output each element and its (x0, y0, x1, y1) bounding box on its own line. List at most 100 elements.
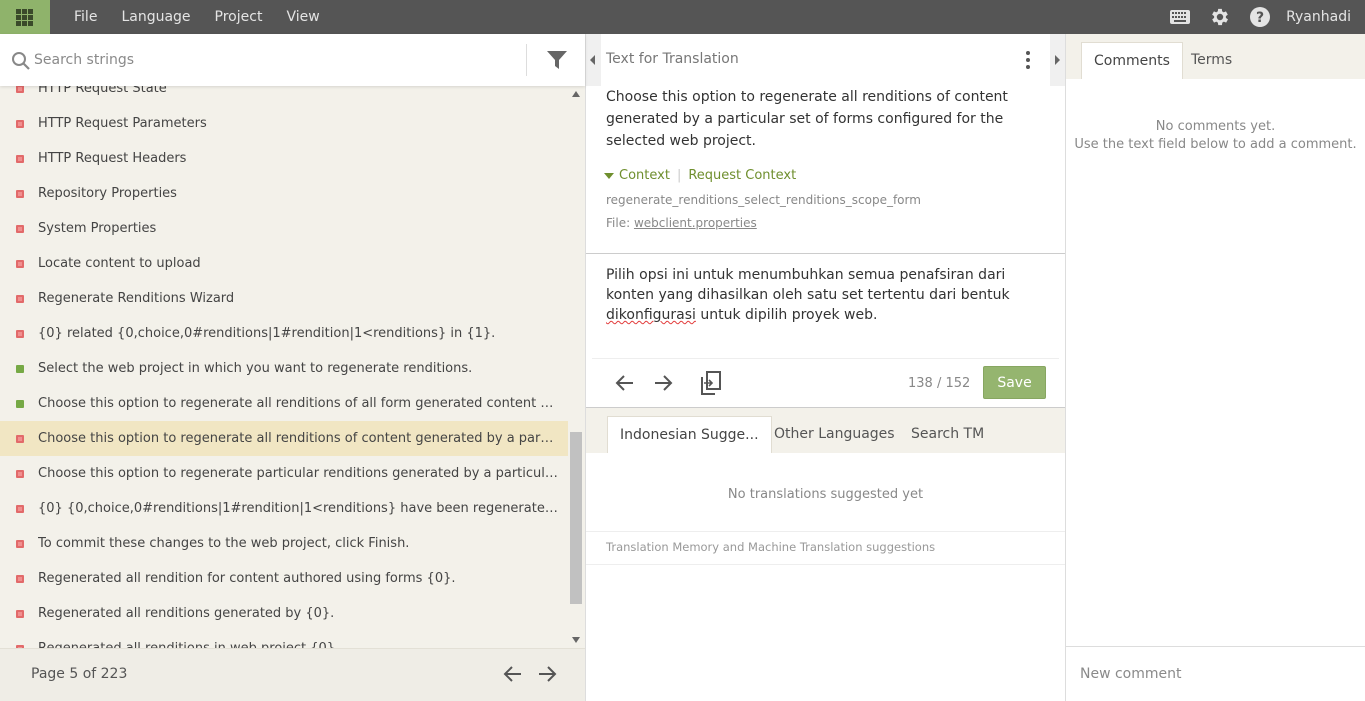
scroll-up-arrow-icon[interactable] (572, 91, 580, 97)
editor-title: Text for Translation (606, 51, 739, 67)
suggestion-tabs: Indonesian Sugge... Other Languages Sear… (586, 408, 1065, 453)
string-list-rows: HTTP Request State HTTP Request Parameter… (0, 86, 568, 648)
context-caret-icon[interactable] (604, 172, 614, 179)
string-row[interactable]: Repository Properties (0, 176, 568, 211)
strings-pane: HTTP Request State HTTP Request Parameter… (0, 34, 585, 701)
comments-pane: Comments Terms No comments yet. Use the … (1066, 34, 1365, 701)
search-input[interactable] (34, 48, 514, 72)
translated-status-icon (16, 400, 24, 408)
translated-status-icon (16, 365, 24, 373)
search-divider (526, 44, 527, 76)
untranslated-status-icon (16, 155, 24, 163)
apps-grid-button[interactable] (0, 0, 50, 34)
string-row-text: {0} related {0,choice,0#renditions|1#ren… (38, 326, 496, 341)
tab-indonesian-suggestions[interactable]: Indonesian Sugge... (607, 416, 772, 453)
comments-tabs: Comments Terms (1066, 34, 1365, 79)
string-row[interactable]: System Properties (0, 211, 568, 246)
copy-source-icon[interactable] (700, 371, 722, 395)
string-row[interactable]: Regenerated all renditions in web projec… (0, 631, 568, 648)
string-row[interactable]: Regenerated all renditions generated by … (0, 596, 568, 631)
apps-grid-icon (16, 9, 33, 26)
untranslated-status-icon (16, 86, 24, 93)
string-row[interactable]: Select the web project in which you want… (0, 351, 568, 386)
menu-view[interactable]: View (274, 0, 331, 34)
string-row[interactable]: Locate content to upload (0, 246, 568, 281)
prev-page-icon[interactable] (502, 663, 524, 685)
menu-project[interactable]: Project (203, 0, 275, 34)
help-icon: ? (1250, 7, 1271, 27)
comment-box (1066, 646, 1365, 701)
untranslated-status-icon (16, 225, 24, 233)
string-row[interactable]: HTTP Request State (0, 86, 568, 106)
more-options-icon[interactable] (1026, 51, 1030, 69)
pager: Page 5 of 223 (0, 648, 585, 701)
string-row-text: Choose this option to regenerate all ren… (38, 396, 558, 411)
main-menu: File Language Project View (62, 0, 332, 34)
prev-string-icon[interactable] (614, 372, 636, 394)
string-row-text: {0} {0,choice,0#renditions|1#rendition|1… (38, 501, 558, 516)
collapse-left-button[interactable] (586, 34, 601, 86)
string-row[interactable]: Regenerated all rendition for content au… (0, 561, 568, 596)
user-menu[interactable]: Ryanhadi (1280, 9, 1365, 25)
string-row[interactable]: Choose this option to regenerate particu… (0, 456, 568, 491)
tab-comments[interactable]: Comments (1081, 42, 1183, 79)
keyboard-button[interactable] (1160, 0, 1200, 34)
editor-toolbar: 138 / 152 Save (586, 359, 1065, 407)
divider (586, 564, 1065, 565)
untranslated-status-icon (16, 120, 24, 128)
no-suggestions-message: No translations suggested yet (727, 487, 924, 502)
no-comments-message: No comments yet. Use the text field belo… (1066, 118, 1365, 154)
context-toggle[interactable]: Context (619, 168, 670, 183)
divider (586, 253, 1065, 254)
filter-icon[interactable] (546, 49, 568, 71)
source-text: Choose this option to regenerate all ren… (606, 89, 1008, 149)
search-icon (12, 52, 30, 70)
string-row-text: System Properties (38, 221, 157, 236)
tab-search-tm[interactable]: Search TM (899, 416, 996, 453)
file-label: File: (606, 216, 631, 230)
tab-other-languages[interactable]: Other Languages (762, 416, 907, 453)
untranslated-status-icon (16, 260, 24, 268)
untranslated-status-icon (16, 190, 24, 198)
string-row-text: Repository Properties (38, 186, 177, 201)
untranslated-status-icon (16, 435, 24, 443)
string-row[interactable]: {0} related {0,choice,0#renditions|1#ren… (0, 316, 568, 351)
top-bar: File Language Project View ? Ryanhadi (0, 0, 1365, 34)
tab-terms[interactable]: Terms (1179, 42, 1244, 79)
scroll-down-arrow-icon[interactable] (572, 637, 580, 643)
string-row-text: Regenerate Renditions Wizard (38, 291, 235, 306)
menu-language[interactable]: Language (109, 0, 202, 34)
save-button[interactable]: Save (983, 366, 1046, 399)
keyboard-icon (1170, 10, 1191, 24)
string-row[interactable]: To commit these changes to the web proje… (0, 526, 568, 561)
untranslated-status-icon (16, 470, 24, 478)
string-row-text: Select the web project in which you want… (38, 361, 473, 376)
collapse-right-button[interactable] (1050, 34, 1065, 86)
divider (586, 531, 1065, 532)
string-row-text: HTTP Request Headers (38, 151, 187, 166)
string-row[interactable]: HTTP Request Headers (0, 141, 568, 176)
untranslated-status-icon (16, 540, 24, 548)
tm-note: Translation Memory and Machine Translati… (606, 540, 936, 554)
string-row[interactable]: Choose this option to regenerate all ren… (0, 386, 568, 421)
no-comments-line2: Use the text field below to add a commen… (1074, 137, 1357, 152)
settings-button[interactable] (1200, 0, 1240, 34)
translation-text-part: untuk dipilih proyek web. (695, 307, 878, 323)
scroll-thumb[interactable] (570, 432, 582, 604)
next-page-icon[interactable] (536, 663, 558, 685)
string-row[interactable]: Regenerate Renditions Wizard (0, 281, 568, 316)
string-key: regenerate_renditions_select_renditions_… (606, 193, 921, 207)
string-row-text: Choose this option to regenerate all ren… (38, 431, 558, 446)
string-row[interactable]: Choose this option to regenerate all ren… (0, 421, 568, 456)
string-counter: 138 / 152 (908, 376, 971, 391)
next-string-icon[interactable] (652, 372, 674, 394)
string-row[interactable]: {0} {0,choice,0#renditions|1#rendition|1… (0, 491, 568, 526)
string-row[interactable]: HTTP Request Parameters (0, 106, 568, 141)
translation-editor[interactable]: Pilih opsi ini untuk menumbuhkan semua p… (606, 265, 1046, 325)
string-list-scrollbar[interactable] (568, 86, 585, 648)
help-button[interactable]: ? (1240, 0, 1280, 34)
file-link[interactable]: webclient.properties (634, 216, 757, 230)
top-right-tools: ? Ryanhadi (1160, 0, 1365, 34)
menu-file[interactable]: File (62, 0, 109, 34)
new-comment-input[interactable] (1080, 663, 1350, 685)
